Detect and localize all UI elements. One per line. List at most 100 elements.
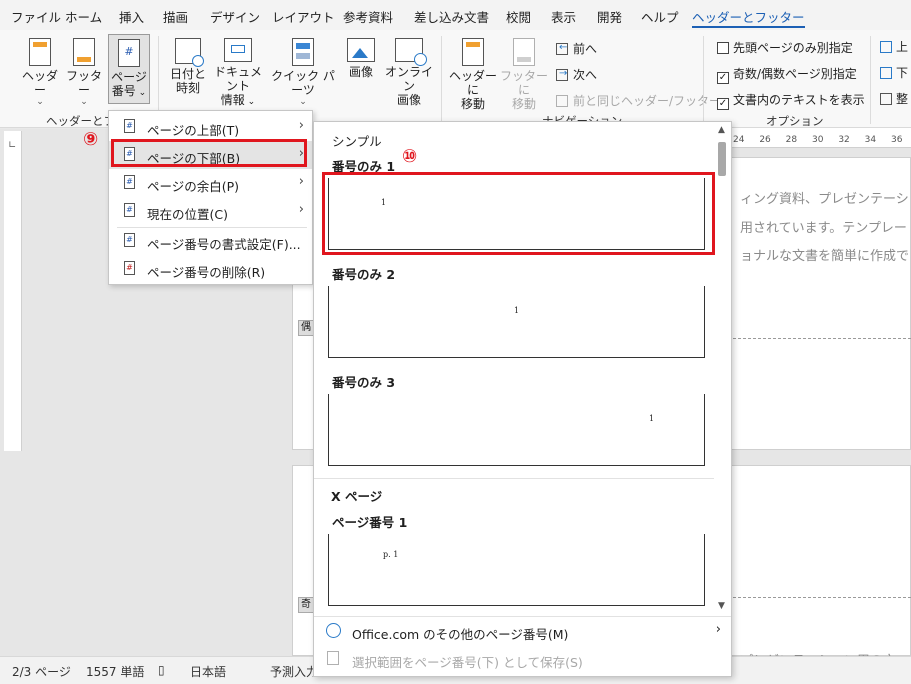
body-text-line: ィング資料、プレゼンテーシ bbox=[740, 192, 909, 207]
previous-button[interactable]: ← 前へ bbox=[556, 40, 597, 57]
link-to-previous-button[interactable]: 前と同じヘッダー/フッター bbox=[556, 92, 721, 109]
word-count[interactable]: 1557 単語 bbox=[86, 663, 144, 680]
gallery-separator bbox=[314, 616, 731, 617]
menu-item-label: ページ番号の削除(R) bbox=[147, 265, 266, 280]
tab-references[interactable]: 参考資料 bbox=[343, 7, 393, 26]
quick-parts-icon bbox=[292, 38, 314, 66]
page-count[interactable]: 2/3 ページ bbox=[12, 663, 71, 680]
checkbox-checked-icon: ✓ bbox=[717, 98, 729, 110]
gallery-item-page-number-1[interactable]: p. 1 bbox=[328, 534, 705, 606]
tab-layout[interactable]: レイアウト bbox=[272, 7, 335, 26]
ribbon-separator bbox=[703, 36, 704, 124]
page-margin-icon: # bbox=[124, 175, 135, 189]
page-number-button[interactable]: # ページ 番号 ⌄ bbox=[108, 34, 150, 104]
chevron-right-icon: › bbox=[298, 118, 304, 133]
ruler-numbers: 24 26 28 30 32 34 36 38 bbox=[733, 135, 911, 145]
option-first-page[interactable]: 先頭ページのみ別指定 bbox=[717, 39, 853, 56]
tab-file[interactable]: ファイル bbox=[11, 7, 61, 26]
header-boundary-line bbox=[733, 597, 911, 598]
image-button[interactable]: 画像 bbox=[344, 38, 378, 79]
body-text-line: 用されています。テンプレー bbox=[740, 221, 907, 236]
more-page-numbers-office[interactable]: Office.com のその他のページ番号(M) › bbox=[314, 619, 731, 645]
insert-alignment-tab[interactable]: 整 bbox=[880, 90, 908, 107]
chevron-right-icon: › bbox=[715, 622, 721, 637]
header-position-top[interactable]: 上 bbox=[880, 38, 908, 55]
menu-item-top-of-page[interactable]: # ページの上部(T) › bbox=[109, 113, 312, 141]
gallery-scrollbar[interactable]: ▲ ▼ bbox=[714, 123, 731, 615]
globe-icon bbox=[326, 623, 341, 638]
more-page-numbers-label: Office.com のその他のページ番号(M) bbox=[352, 627, 569, 642]
chevron-down-icon: ⌄ bbox=[299, 97, 307, 107]
option-show-text-label: 文書内のテキストを表示 bbox=[733, 93, 865, 107]
highlight-box-step9 bbox=[111, 139, 307, 167]
header-icon bbox=[29, 38, 51, 66]
previous-label: 前へ bbox=[573, 42, 598, 56]
go-to-footer-label-2: 移動 bbox=[511, 97, 536, 111]
menu-item-label: ページの上部(T) bbox=[147, 123, 240, 138]
tab-insert[interactable]: 挿入 bbox=[119, 7, 144, 26]
header-button[interactable]: ヘッダー ⌄ bbox=[20, 38, 60, 107]
footer-button[interactable]: フッター ⌄ bbox=[64, 38, 104, 107]
tab-view[interactable]: 表示 bbox=[551, 7, 576, 26]
chevron-down-icon: ⌄ bbox=[80, 97, 88, 107]
link-to-previous-label: 前と同じヘッダー/フッター bbox=[573, 94, 722, 108]
remove-page-number-icon: # bbox=[124, 261, 135, 275]
tab-developer[interactable]: 開発 bbox=[597, 7, 622, 26]
tab-mailings[interactable]: 差し込み文書 bbox=[414, 7, 489, 26]
menu-item-remove-page-numbers[interactable]: # ページ番号の削除(R) bbox=[109, 255, 312, 283]
go-to-header-icon bbox=[462, 38, 484, 66]
alignment-tab-label: 整 bbox=[896, 92, 909, 106]
ribbon-separator bbox=[441, 36, 442, 124]
page-number-preview: 1 bbox=[514, 306, 520, 315]
online-image-icon bbox=[395, 38, 427, 66]
save-selection-to-gallery[interactable]: 選択範囲をページ番号(下) として保存(S) bbox=[314, 647, 731, 673]
tab-header-footer[interactable]: ヘッダーとフッター bbox=[692, 7, 805, 28]
go-to-footer-button[interactable]: フッターに 移動 bbox=[500, 38, 548, 111]
menu-item-current-position[interactable]: # 現在の位置(C) › bbox=[109, 197, 312, 225]
date-time-label-1: 日付と bbox=[169, 67, 206, 81]
scroll-down-icon[interactable]: ▼ bbox=[718, 601, 725, 611]
next-button[interactable]: → 次へ bbox=[556, 66, 597, 83]
tab-review[interactable]: 校閲 bbox=[506, 7, 531, 26]
ruler-number: 30 bbox=[811, 135, 824, 145]
odd-page-tag: 奇 bbox=[298, 597, 314, 613]
online-image-button[interactable]: オンライン 画像 bbox=[384, 38, 434, 107]
checkbox-unchecked-icon bbox=[717, 42, 729, 54]
page-number-menu: # ページの上部(T) › # ページの下部(B) › # ページの余白(P) … bbox=[108, 110, 313, 285]
footer-position-bottom[interactable]: 下 bbox=[880, 64, 908, 81]
proofing-icon[interactable]: ▯ bbox=[158, 663, 165, 677]
gallery-item-plain-number-3[interactable]: 1 bbox=[328, 394, 705, 466]
image-icon bbox=[347, 38, 375, 62]
go-to-header-label-1: ヘッダーに bbox=[448, 69, 497, 97]
gallery-section-x-page: X ページ bbox=[331, 489, 383, 504]
option-odd-even[interactable]: ✓ 奇数/偶数ページ別指定 bbox=[717, 65, 857, 84]
quick-parts-button[interactable]: クイック パーツ ⌄ bbox=[268, 38, 338, 107]
ribbon-separator bbox=[870, 36, 871, 124]
previous-icon: ← bbox=[556, 42, 568, 55]
tab-help[interactable]: ヘルプ bbox=[641, 7, 679, 26]
current-position-icon: # bbox=[124, 203, 135, 217]
go-to-header-label-2: 移動 bbox=[460, 97, 485, 111]
text-predictions[interactable]: 予測入力 bbox=[270, 663, 318, 680]
body-text-line: ョナルな文書を簡単に作成で bbox=[740, 249, 910, 264]
online-image-label-1: オンライン bbox=[384, 65, 433, 93]
page-number-preview: p. 1 bbox=[383, 550, 399, 559]
gallery-item-plain-number-2[interactable]: 1 bbox=[328, 286, 705, 358]
go-to-header-button[interactable]: ヘッダーに 移動 bbox=[447, 38, 499, 111]
option-show-text[interactable]: ✓ 文書内のテキストを表示 bbox=[717, 91, 865, 110]
scrollbar-thumb[interactable] bbox=[718, 142, 726, 176]
date-time-button[interactable]: 日付と 時刻 bbox=[166, 38, 210, 95]
footer-label: フッター bbox=[65, 69, 102, 97]
position-bottom-icon bbox=[880, 67, 892, 79]
tab-design[interactable]: デザイン bbox=[210, 7, 260, 26]
scroll-up-icon[interactable]: ▲ bbox=[718, 125, 725, 135]
language[interactable]: 日本語 bbox=[190, 663, 226, 680]
menu-item-page-margins[interactable]: # ページの余白(P) › bbox=[109, 169, 312, 197]
ruler-number: 32 bbox=[838, 135, 850, 145]
tab-draw[interactable]: 描画 bbox=[163, 7, 188, 26]
save-selection-label: 選択範囲をページ番号(下) として保存(S) bbox=[352, 655, 583, 670]
tab-home[interactable]: ホーム bbox=[65, 7, 102, 26]
highlight-box-step10 bbox=[322, 172, 715, 255]
menu-item-format-page-numbers[interactable]: # ページ番号の書式設定(F)... bbox=[109, 227, 312, 255]
document-info-button[interactable]: ドキュメント 情報 ⌄ bbox=[209, 38, 267, 109]
